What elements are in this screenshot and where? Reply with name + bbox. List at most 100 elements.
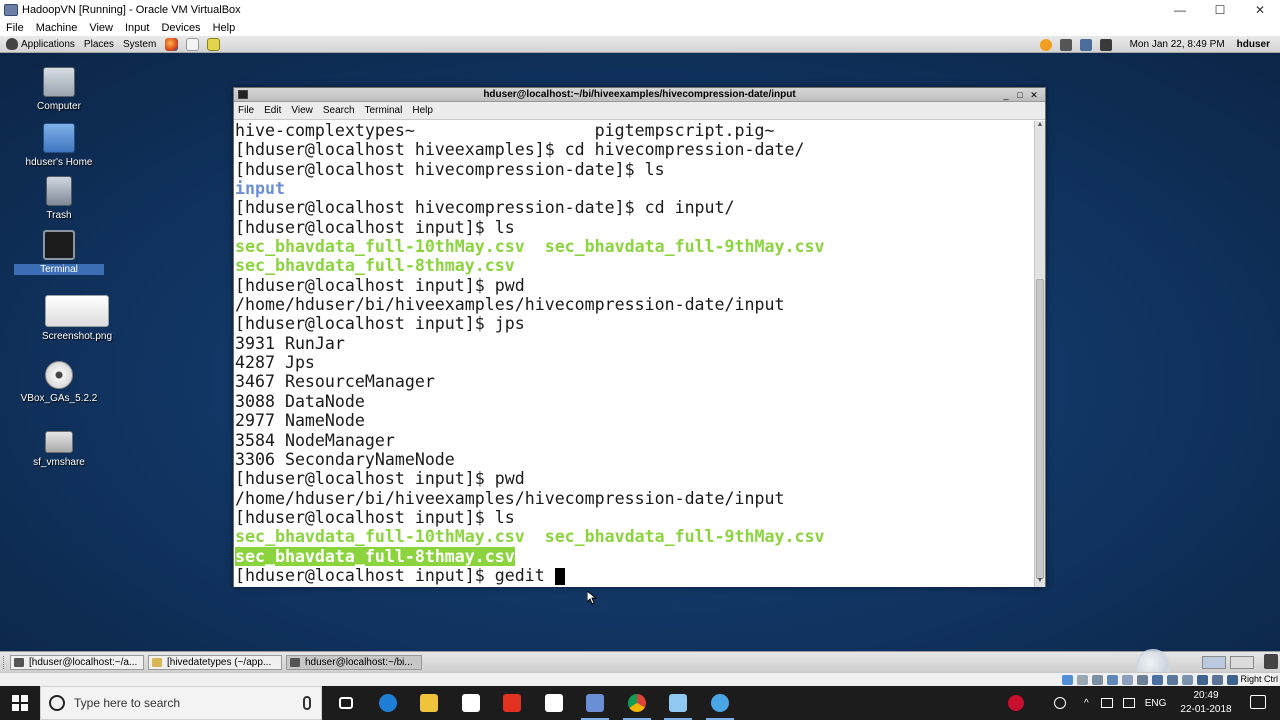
tray-app-icon[interactable] — [1008, 695, 1024, 711]
terminal-minimize-button[interactable]: _ — [999, 90, 1013, 100]
terminal-line: sec_bhavdata_full-10thMay.csv sec_bhavda… — [234, 237, 1035, 256]
language-indicator[interactable]: ENG — [1145, 698, 1167, 709]
keyboard-status-icon[interactable] — [1212, 675, 1223, 685]
terminal-small-icon — [14, 658, 24, 667]
mail-taskbar-button[interactable] — [534, 686, 574, 720]
terminal-window[interactable]: hduser@localhost:~/bi/hiveexamples/hivec… — [233, 87, 1046, 587]
firefox-icon[interactable] — [165, 37, 179, 51]
minimize-button[interactable]: — — [1160, 0, 1200, 20]
task-view-taskbar-button[interactable] — [326, 686, 366, 720]
volume-icon[interactable] — [1059, 38, 1072, 51]
virtualbox-taskbar-button[interactable] — [575, 686, 615, 720]
terminal-close-button[interactable]: ✕ — [1027, 90, 1041, 101]
mouse-integration-icon[interactable] — [1197, 675, 1208, 685]
terminal-menu-view[interactable]: View — [291, 105, 313, 116]
start-button[interactable] — [0, 686, 40, 720]
notepad-taskbar-button[interactable] — [658, 686, 698, 720]
file-explorer-taskbar-button[interactable] — [409, 686, 449, 720]
desktop-icon-trash[interactable]: Trash — [14, 176, 104, 221]
optical-status-icon[interactable] — [1077, 675, 1088, 685]
wifi-icon[interactable] — [1100, 698, 1113, 708]
terminal-menu-file[interactable]: File — [238, 105, 254, 116]
workspace-1[interactable] — [1202, 656, 1226, 669]
desktop-icon-sf-vmshare[interactable]: sf_vmshare — [14, 431, 104, 468]
store-taskbar-button[interactable] — [451, 686, 491, 720]
pdf-reader-taskbar-button[interactable] — [492, 686, 532, 720]
applications-menu[interactable]: Applications — [21, 39, 75, 50]
panel-trash-icon[interactable] — [1264, 654, 1278, 669]
battery-icon[interactable] — [1099, 38, 1112, 51]
scrollbar-thumb[interactable] — [1036, 279, 1044, 579]
network-status-icon[interactable] — [1107, 675, 1118, 685]
system-clock[interactable]: 20:49 22-01-2018 — [1178, 689, 1234, 717]
terminal-window-icon — [238, 90, 248, 99]
usb-status-icon[interactable] — [1122, 675, 1133, 685]
places-menu[interactable]: Places — [84, 39, 114, 50]
people-icon[interactable] — [1054, 697, 1066, 709]
microphone-icon[interactable] — [303, 696, 311, 710]
cpu-status-icon[interactable] — [1182, 675, 1193, 685]
terminal-menu-terminal[interactable]: Terminal — [365, 105, 403, 116]
system-time: 20:49 — [1193, 690, 1219, 701]
action-center-icon[interactable] — [1250, 695, 1266, 709]
desktop-icon-computer[interactable]: Computer — [14, 67, 104, 112]
chrome-taskbar-button[interactable] — [617, 686, 657, 720]
recording-status-icon[interactable] — [1167, 675, 1178, 685]
guest-user-name[interactable]: hduser — [1237, 39, 1270, 50]
guest-task-button-active[interactable]: hduser@localhost:~/bi... — [286, 655, 422, 670]
host-menu-input[interactable]: Input — [125, 22, 149, 34]
host-menu-devices[interactable]: Devices — [161, 22, 200, 34]
mail-launcher-icon[interactable] — [186, 37, 200, 51]
guest-task-button[interactable]: [hduser@localhost:~/a... — [10, 655, 144, 670]
audio-status-icon[interactable] — [1092, 675, 1103, 685]
taskbar-search-box[interactable]: Type here to search — [40, 686, 322, 720]
host-menu-machine[interactable]: Machine — [36, 22, 78, 34]
hdd-status-icon[interactable] — [1062, 675, 1073, 685]
host-menu-view[interactable]: View — [89, 22, 113, 34]
guest-clock[interactable]: Mon Jan 22, 8:49 PM — [1130, 39, 1225, 50]
notes-launcher-icon[interactable] — [207, 37, 221, 51]
terminal-line: [hduser@localhost input]$ pwd — [234, 276, 1035, 295]
updates-icon[interactable] — [1039, 38, 1052, 51]
terminal-menu-edit[interactable]: Edit — [264, 105, 281, 116]
terminal-output[interactable]: hive-complextypes~ pigtempscript.pig~ [hd… — [234, 121, 1035, 587]
terminal-text: [hduser@localhost hivecompression-date]$… — [235, 159, 665, 179]
edge-icon — [378, 694, 397, 712]
close-button[interactable]: ✕ — [1240, 0, 1280, 20]
guest-top-panel: Applications Places System Mon Jan 22, 8… — [0, 36, 1280, 53]
snowflake-app-taskbar-button[interactable] — [700, 686, 740, 720]
terminal-maximize-button[interactable]: □ — [1013, 90, 1027, 100]
scroll-up-arrow[interactable]: ▲ — [1035, 121, 1045, 131]
terminal-scrollbar[interactable]: ▲ ▼ — [1034, 121, 1045, 587]
edge-taskbar-button[interactable] — [368, 686, 408, 720]
desktop-icon-screenshot[interactable]: Screenshot.png — [32, 295, 122, 342]
desktop-icon-home[interactable]: hduser's Home — [14, 123, 104, 168]
terminal-line: [hduser@localhost input]$ pwd — [234, 469, 1035, 488]
host-menu-file[interactable]: File — [6, 22, 24, 34]
system-menu[interactable]: System — [123, 39, 156, 50]
terminal-text: [hduser@localhost input]$ pwd — [235, 469, 525, 489]
pdf-reader-icon — [503, 694, 521, 712]
speaker-icon[interactable] — [1122, 698, 1135, 708]
display-status-icon[interactable] — [1152, 675, 1163, 685]
host-menu-help[interactable]: Help — [213, 22, 236, 34]
terminal-menu-search[interactable]: Search — [323, 105, 355, 116]
trash-icon — [46, 176, 72, 206]
scroll-down-arrow[interactable]: ▼ — [1035, 577, 1045, 587]
terminal-menu-help[interactable]: Help — [412, 105, 433, 116]
desktop-icon-terminal[interactable]: Terminal — [14, 230, 104, 275]
terminal-line: 2977 NameNode — [234, 411, 1035, 430]
desktop-icon-vbox-gas[interactable]: VBox_GAs_5.2.2 — [14, 361, 104, 404]
host-window-titlebar: HadoopVN [Running] - Oracle VM VirtualBo… — [0, 0, 1280, 20]
terminal-line: 3931 RunJar — [234, 334, 1035, 353]
guest-task-button[interactable]: [hivedatetypes (~/app... — [148, 655, 282, 670]
shared-folder-status-icon[interactable] — [1137, 675, 1148, 685]
workspace-2[interactable] — [1230, 656, 1254, 669]
tray-chevron-icon[interactable]: ^ — [1084, 698, 1089, 709]
maximize-button[interactable]: ☐ — [1200, 0, 1240, 20]
capture-status-icon[interactable] — [1227, 675, 1238, 685]
terminal-titlebar[interactable]: hduser@localhost:~/bi/hiveexamples/hivec… — [234, 88, 1045, 102]
terminal-text: [hduser@localhost input]$ ls — [235, 507, 515, 527]
network-icon[interactable] — [1079, 38, 1092, 51]
